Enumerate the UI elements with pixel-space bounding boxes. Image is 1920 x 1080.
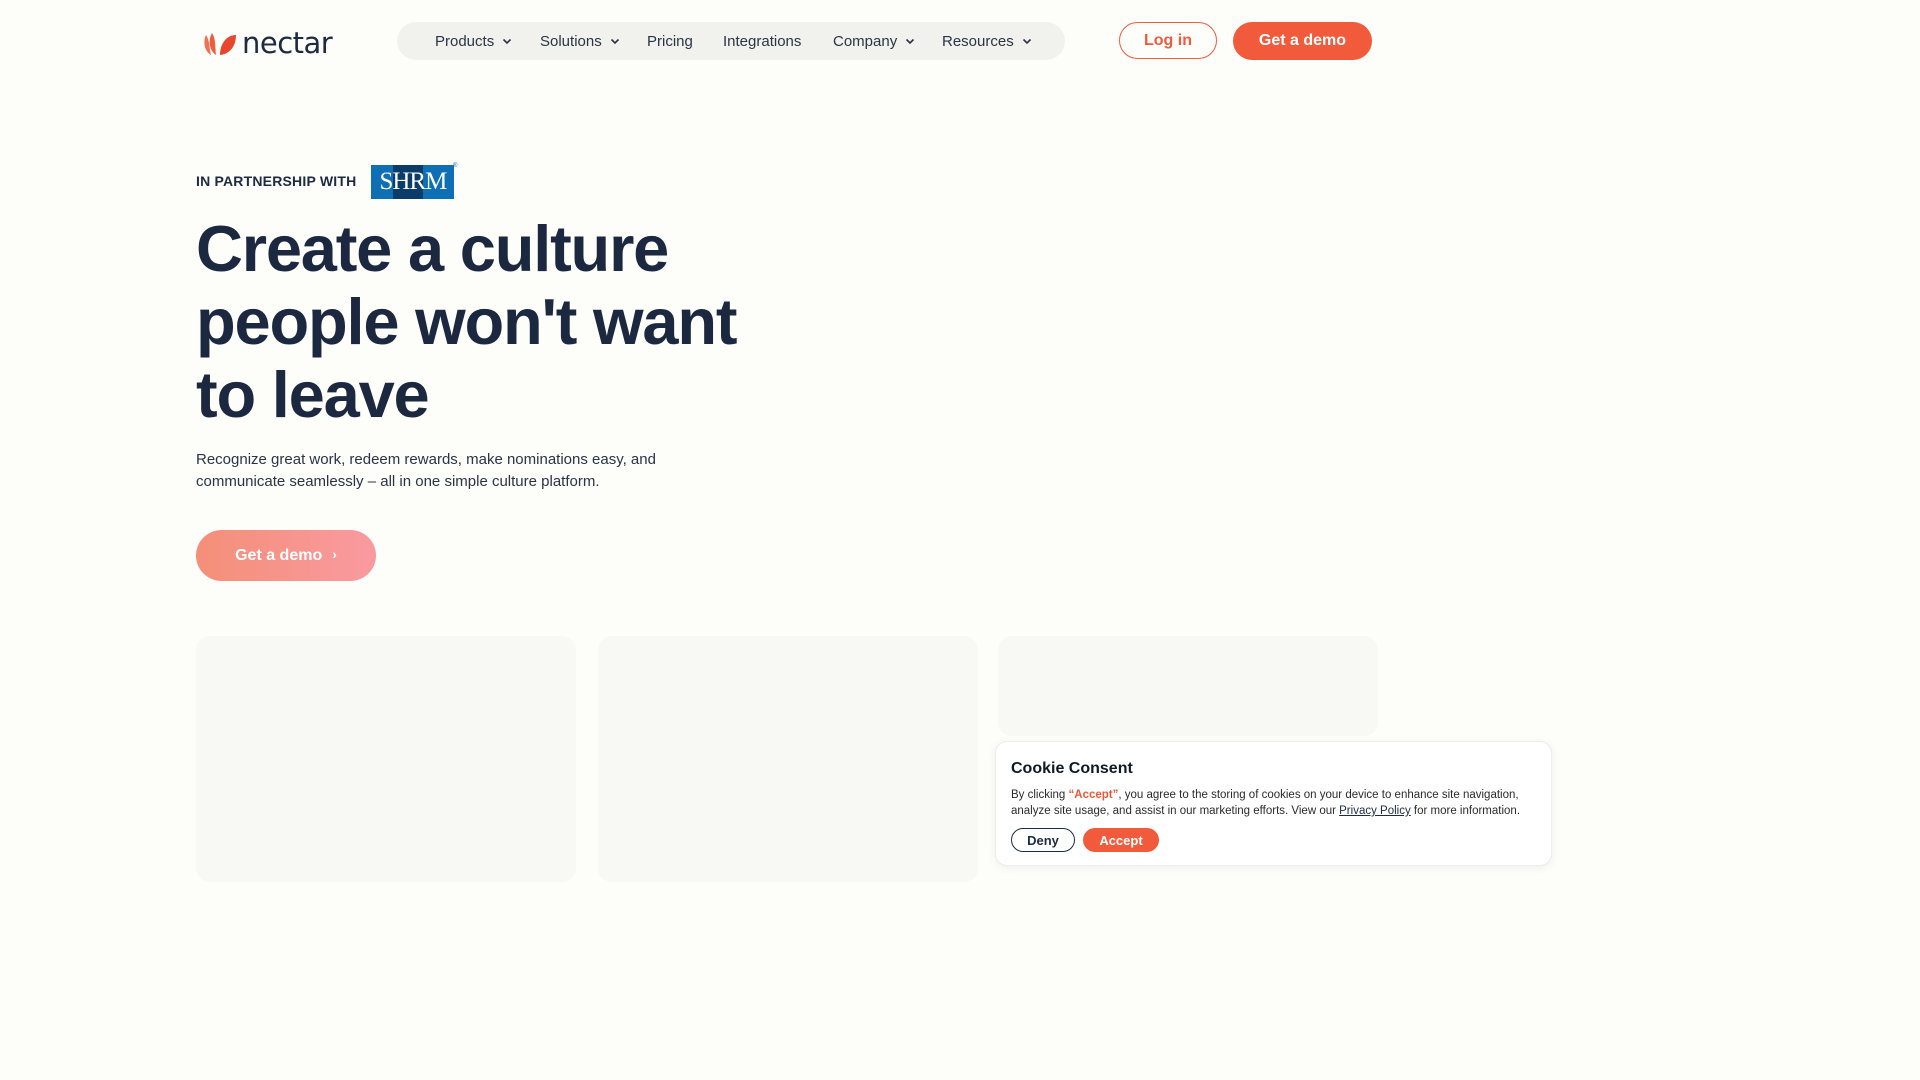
shrm-logo: SHRM ® xyxy=(371,163,457,199)
nav-products[interactable]: Products xyxy=(435,22,512,60)
get-demo-hero-label: Get a demo xyxy=(235,546,323,564)
nav-products-label: Products xyxy=(435,32,495,50)
partnership-banner: IN PARTNERSHIP WITH SHRM ® xyxy=(196,163,457,199)
nav-integrations[interactable]: Integrations xyxy=(723,22,801,60)
nav-solutions-label: Solutions xyxy=(540,32,602,50)
partnership-label: IN PARTNERSHIP WITH xyxy=(196,173,357,189)
chevron-down-icon xyxy=(503,38,512,45)
chevron-down-icon xyxy=(1022,38,1031,45)
cookie-text-accept-highlight: “Accept” xyxy=(1068,789,1119,801)
nav-resources[interactable]: Resources xyxy=(942,22,1032,60)
nav-pricing-label: Pricing xyxy=(647,32,693,50)
hero-headline: Create a culture people won't want to le… xyxy=(196,212,738,431)
nectar-logo[interactable]: nectar xyxy=(202,26,333,60)
nav-integrations-label: Integrations xyxy=(723,32,802,50)
login-button[interactable]: Log in xyxy=(1119,22,1217,59)
cookie-text-part: for more information. xyxy=(1410,805,1521,817)
registered-mark: ® xyxy=(452,163,458,169)
main-nav: Products Solutions Pricing Integrations … xyxy=(397,22,1065,60)
chevron-down-icon xyxy=(906,38,915,45)
shrm-logo-text: SHRM xyxy=(379,168,447,195)
cookie-title: Cookie Consent xyxy=(1011,760,1133,777)
nectar-logo-icon xyxy=(204,33,236,55)
feature-card-placeholder xyxy=(998,636,1378,736)
cookie-text-part: By clicking xyxy=(1011,789,1069,801)
accept-button[interactable]: Accept xyxy=(1083,828,1159,852)
nav-resources-label: Resources xyxy=(942,32,1014,50)
nav-company-label: Company xyxy=(833,32,898,50)
nav-pricing[interactable]: Pricing xyxy=(647,22,693,60)
cookie-text: By clicking “Accept”, you agree to the s… xyxy=(1011,787,1541,819)
chevron-down-icon xyxy=(610,38,619,45)
nav-company[interactable]: Company xyxy=(833,22,915,60)
get-demo-hero-button[interactable]: Get a demo › xyxy=(196,530,376,581)
feature-card-placeholder xyxy=(196,636,576,882)
hero-subtext: Recognize great work, redeem rewards, ma… xyxy=(196,451,656,490)
cookie-consent-banner: Cookie Consent By clicking “Accept”, you… xyxy=(995,741,1552,866)
logo-wordmark: nectar xyxy=(242,26,333,60)
nav-solutions[interactable]: Solutions xyxy=(540,22,620,60)
feature-card-placeholder xyxy=(598,636,978,882)
get-demo-header-button[interactable]: Get a demo xyxy=(1233,22,1372,60)
privacy-policy-link[interactable]: Privacy Policy xyxy=(1339,805,1411,817)
chevron-right-icon: › xyxy=(332,545,337,562)
deny-button[interactable]: Deny xyxy=(1011,828,1075,852)
